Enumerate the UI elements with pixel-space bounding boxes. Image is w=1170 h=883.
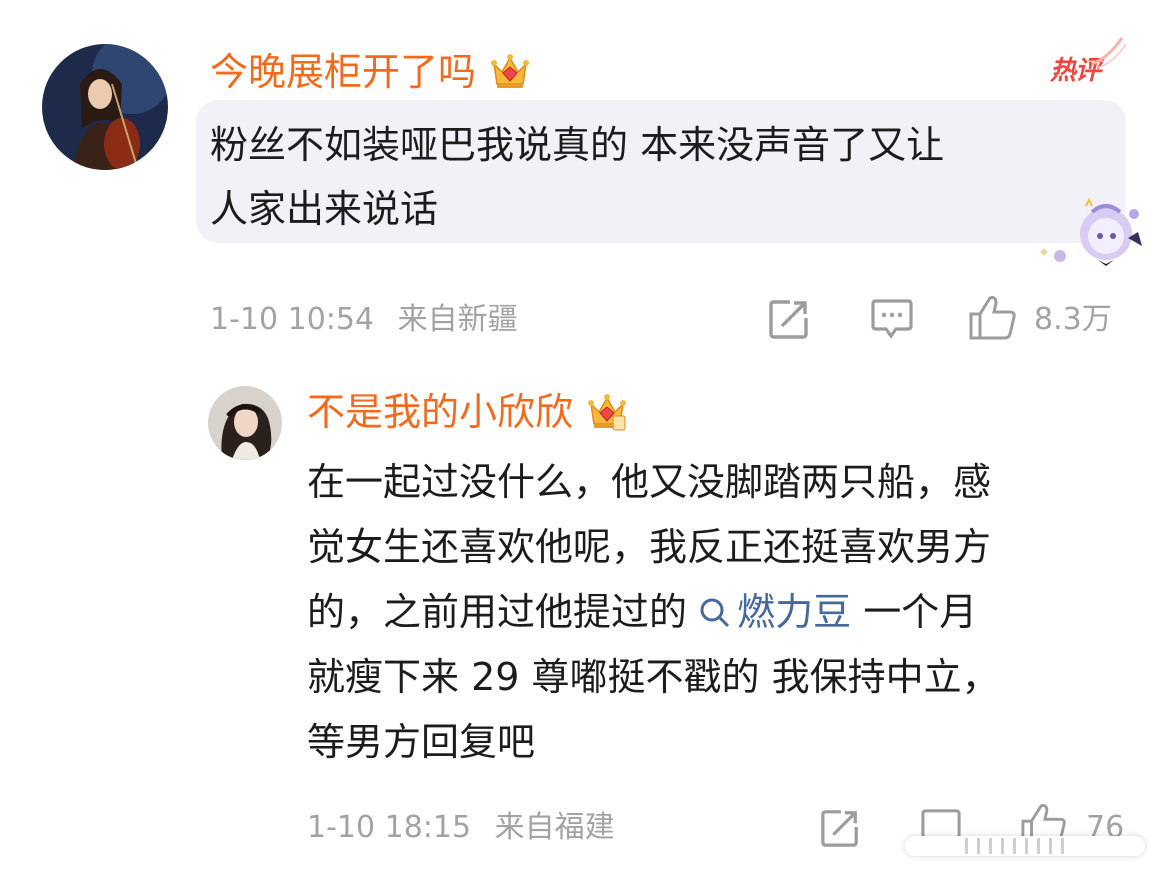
hot-tag-decoration bbox=[1091, 37, 1127, 69]
reply-text-segment: 一个月 bbox=[851, 590, 978, 634]
comment-time: 1-10 10:54 bbox=[210, 302, 375, 337]
replier-username[interactable]: 不是我的小欣欣 bbox=[307, 389, 629, 435]
replier-avatar[interactable] bbox=[208, 386, 282, 460]
username-text[interactable]: 不是我的小欣欣 bbox=[307, 389, 573, 435]
topic-link-text[interactable]: 燃力豆 bbox=[737, 590, 851, 634]
share-square-icon[interactable] bbox=[820, 808, 860, 848]
reply-text-line: 觉女生还喜欢他呢，我反正还挺喜欢男方 bbox=[307, 525, 992, 569]
crown-gem-icon bbox=[488, 50, 532, 94]
comment-bubble-icon[interactable] bbox=[870, 298, 914, 340]
reply-text-segment: 的，之前用过他提过的 bbox=[307, 590, 700, 634]
comment-meta: 1-10 10:54 来自新疆 bbox=[210, 302, 518, 338]
comment-text: 粉丝不如装哑巴我说真的 本来没声音了又让 人家出来说话 bbox=[210, 113, 944, 241]
reply-text: 在一起过没什么，他又没脚踏两只船，感 觉女生还喜欢他呢，我反正还挺喜欢男方 的，… bbox=[307, 450, 1000, 775]
comment-text-line: 人家出来说话 bbox=[210, 187, 439, 231]
commenter-avatar[interactable] bbox=[42, 44, 168, 170]
crown-gem-icon bbox=[585, 390, 629, 434]
mascot-sticker-icon bbox=[1040, 198, 1142, 266]
reply-text-line: 就瘦下来 29 尊嘟挺不戳的 我保持中立， bbox=[307, 655, 1000, 699]
username-text[interactable]: 今晚展柜开了吗 bbox=[210, 49, 476, 95]
reply-text-line: 在一起过没什么，他又没脚踏两只船，感 bbox=[307, 460, 992, 504]
topic-link[interactable]: 燃力豆 bbox=[699, 590, 851, 634]
watermark-overlay bbox=[905, 836, 1145, 856]
comment-like-count: 8.3万 bbox=[1034, 302, 1112, 337]
reply-text-line: 的，之前用过他提过的 燃力豆 一个月 bbox=[307, 580, 1000, 645]
comment-thread: 今晚展柜开了吗 热评 粉丝不如装哑巴我说真的 本来没声音了又让 人家出来说话 1… bbox=[0, 0, 1170, 883]
comment-text-line: 粉丝不如装哑巴我说真的 本来没声音了又让 bbox=[210, 123, 945, 167]
reply-time: 1-10 18:15 bbox=[307, 810, 472, 845]
reply-text-line: 等男方回复吧 bbox=[307, 720, 536, 764]
search-icon bbox=[700, 598, 730, 628]
share-square-icon[interactable] bbox=[768, 298, 810, 340]
commenter-username[interactable]: 今晚展柜开了吗 bbox=[210, 49, 532, 95]
comment-location: 来自新疆 bbox=[397, 302, 518, 337]
reply-location: 来自福建 bbox=[494, 810, 615, 845]
reply-meta: 1-10 18:15 来自福建 bbox=[307, 810, 615, 846]
thumbs-up-icon[interactable] bbox=[968, 294, 1018, 342]
